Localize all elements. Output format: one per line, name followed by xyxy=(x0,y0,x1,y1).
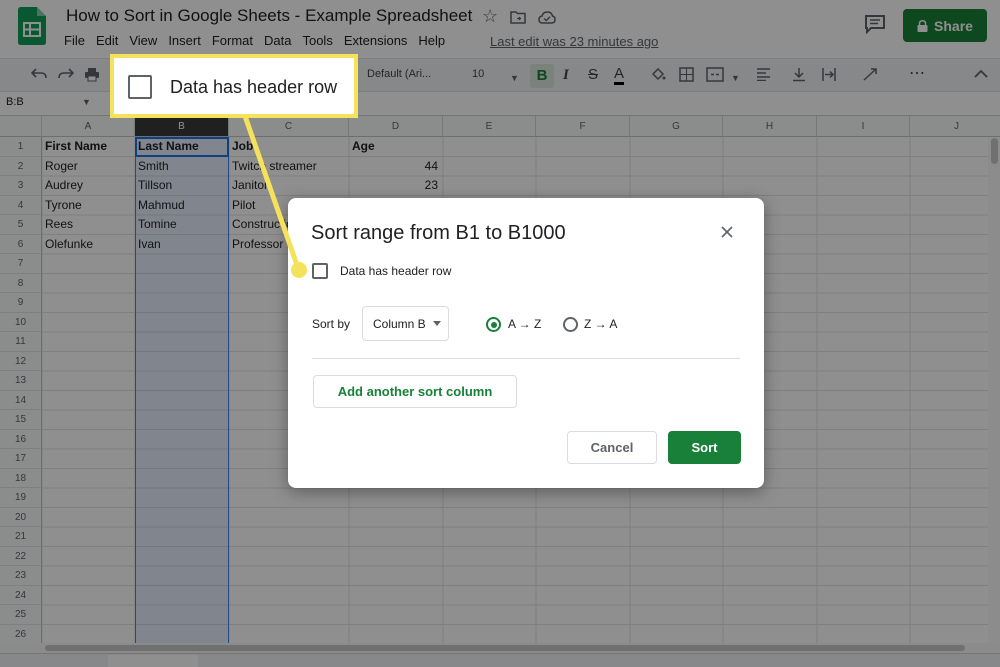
chevron-down-icon xyxy=(433,321,441,326)
sort-a-to-z-radio[interactable] xyxy=(486,317,501,332)
sort-by-label: Sort by xyxy=(312,317,351,331)
cancel-button[interactable]: Cancel xyxy=(567,431,657,464)
sort-column-value: Column B xyxy=(373,317,426,331)
callout-label: Data has header row xyxy=(170,77,338,97)
sort-range-dialog: Sort range from B1 to B1000 Data has hea… xyxy=(288,198,764,488)
sort-a-to-z-label[interactable]: A → Z xyxy=(508,317,541,331)
dialog-divider xyxy=(312,358,740,359)
sort-z-to-a-label[interactable]: Z → A xyxy=(584,317,617,331)
sort-z-to-a-radio[interactable] xyxy=(563,317,578,332)
sort-column-select[interactable]: Column B xyxy=(362,306,449,341)
header-row-checkbox[interactable] xyxy=(312,263,328,279)
callout-checkbox-icon xyxy=(128,75,152,99)
callout-box: Data has header row xyxy=(110,54,358,118)
close-icon[interactable] xyxy=(720,225,734,239)
sort-button[interactable]: Sort xyxy=(668,431,741,464)
header-row-label[interactable]: Data has header row xyxy=(340,264,451,278)
dialog-title: Sort range from B1 to B1000 xyxy=(311,222,566,244)
add-sort-column-button[interactable]: Add another sort column xyxy=(313,375,517,408)
